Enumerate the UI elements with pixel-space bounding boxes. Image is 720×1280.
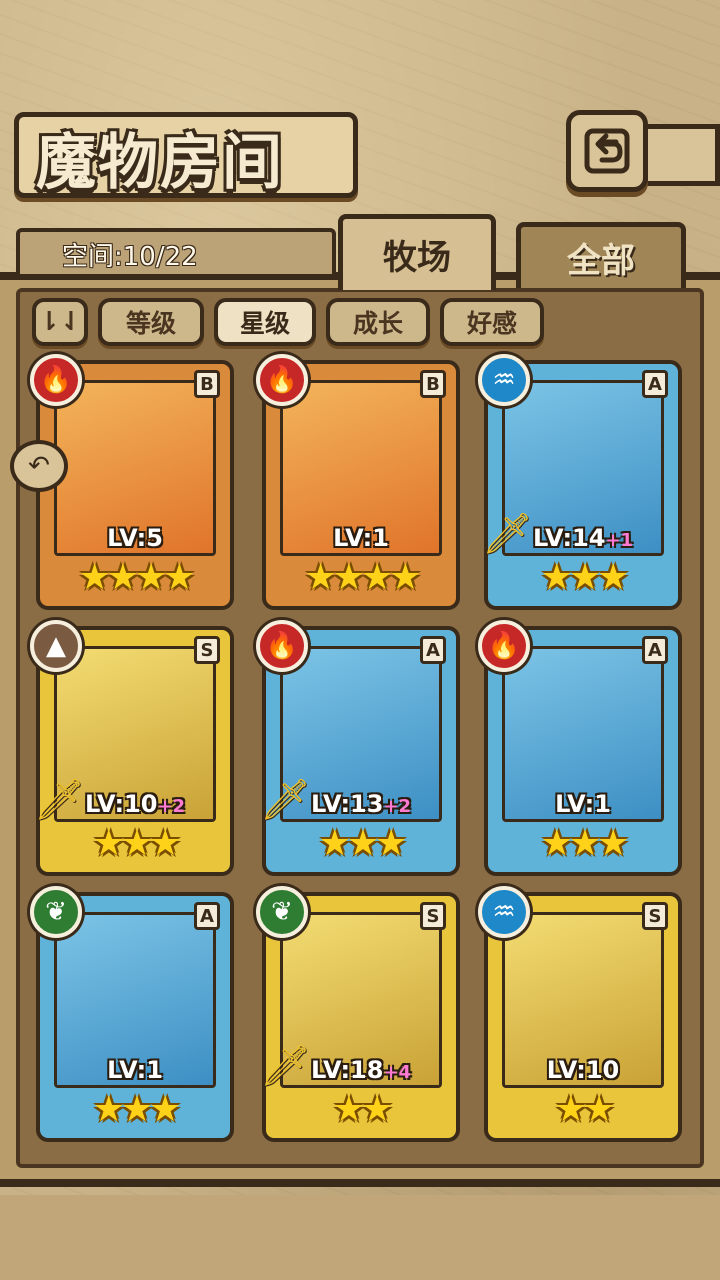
filter-growth-button[interactable]: 成长: [326, 298, 430, 346]
fire-element-icon: 🔥: [478, 620, 530, 672]
monster-level: LV:18+4: [266, 1056, 456, 1084]
star-rating: ★★★★: [78, 557, 195, 598]
tab-ranch-label: 牧场: [383, 238, 451, 278]
sort-toggle-icon: ⇂⇃: [38, 307, 82, 337]
rank-badge: A: [194, 902, 220, 930]
monster-card[interactable]: S ▲ 🗡 LV:10+2 ★★★: [30, 620, 234, 876]
return-arrow-icon: [584, 128, 630, 174]
level-bonus: +2: [157, 796, 186, 817]
water-element-icon: ♒: [478, 354, 530, 406]
monster-card[interactable]: B 🔥 LV:5 ★★★★: [30, 354, 234, 610]
level-text: LV:1: [555, 790, 611, 818]
tab-all-label: 全部: [567, 241, 635, 281]
collapse-arrow-icon: ↶: [28, 451, 50, 481]
monster-card[interactable]: A ❦ LV:1 ★★★: [30, 886, 234, 1142]
rank-badge: S: [420, 902, 446, 930]
star-rating: ★★★: [318, 823, 408, 864]
leaf-element-icon: ❦: [256, 886, 308, 938]
filter-level-label: 等级: [125, 309, 176, 338]
space-counter: 空间:10/22: [62, 242, 198, 272]
back-bar: [640, 124, 720, 186]
level-text: LV:18: [310, 1056, 384, 1084]
level-bonus: +2: [383, 796, 412, 817]
monster-card[interactable]: A ♒ 🗡 LV:14+1 ★★★: [478, 354, 682, 610]
star-rating: ★★★: [540, 557, 630, 598]
monster-level: LV:1: [488, 790, 678, 818]
star-rating: ★★★: [92, 1089, 182, 1130]
rank-badge: S: [642, 902, 668, 930]
monster-level: LV:14+1: [488, 524, 678, 552]
rank-badge: S: [194, 636, 220, 664]
level-bonus: +1: [605, 530, 634, 551]
level-bonus: +4: [383, 1062, 412, 1083]
filter-affection-button[interactable]: 好感: [440, 298, 544, 346]
monster-card[interactable]: A 🔥 LV:1 ★★★: [478, 620, 682, 876]
monster-card[interactable]: A 🔥 🗡 LV:13+2 ★★★: [256, 620, 460, 876]
star-rating: ★★: [554, 1089, 616, 1130]
monster-level: LV:1: [266, 524, 456, 552]
tab-ranch[interactable]: 牧场: [338, 214, 496, 290]
level-text: LV:10: [546, 1056, 620, 1084]
page-title: 魔物房间: [36, 128, 284, 198]
rank-badge: A: [642, 370, 668, 398]
rank-badge: B: [420, 370, 446, 398]
monster-level: LV:10: [488, 1056, 678, 1084]
monster-card[interactable]: S ❦ 🗡 LV:18+4 ★★: [256, 886, 460, 1142]
level-text: LV:1: [333, 524, 389, 552]
monster-card[interactable]: S ♒ LV:10 ★★: [478, 886, 682, 1142]
tab-all[interactable]: 全部: [516, 222, 686, 288]
star-rating: ★★★: [92, 823, 182, 864]
monster-level: LV:5: [40, 524, 230, 552]
bottom-map-strip: [0, 1195, 720, 1280]
back-button[interactable]: [566, 110, 648, 192]
earth-element-icon: ▲: [30, 620, 82, 672]
fire-element-icon: 🔥: [256, 620, 308, 672]
level-text: LV:1: [107, 1056, 163, 1084]
filter-affection-label: 好感: [466, 309, 517, 338]
leaf-element-icon: ❦: [30, 886, 82, 938]
filter-star-button[interactable]: 星级: [214, 298, 316, 346]
monster-level: LV:13+2: [266, 790, 456, 818]
filter-bar: ⇂⇃ 等级 星级 成长 好感: [32, 298, 544, 346]
star-rating: ★★: [332, 1089, 394, 1130]
filter-growth-label: 成长: [352, 309, 403, 338]
sort-toggle-button[interactable]: ⇂⇃: [32, 298, 88, 346]
filter-level-button[interactable]: 等级: [98, 298, 204, 346]
monster-level: LV:10+2: [40, 790, 230, 818]
star-rating: ★★★★: [304, 557, 421, 598]
star-rating: ★★★: [540, 823, 630, 864]
monster-card[interactable]: B 🔥 LV:1 ★★★★: [256, 354, 460, 610]
water-element-icon: ♒: [478, 886, 530, 938]
rank-badge: B: [194, 370, 220, 398]
level-text: LV:10: [84, 790, 158, 818]
fire-element-icon: 🔥: [256, 354, 308, 406]
rank-badge: A: [420, 636, 446, 664]
collapse-button[interactable]: ↶: [10, 440, 68, 492]
level-text: LV:5: [107, 524, 163, 552]
filter-star-label: 星级: [239, 309, 290, 338]
level-text: LV:13: [310, 790, 384, 818]
monster-level: LV:1: [40, 1056, 230, 1084]
level-text: LV:14: [532, 524, 606, 552]
fire-element-icon: 🔥: [30, 354, 82, 406]
rank-badge: A: [642, 636, 668, 664]
